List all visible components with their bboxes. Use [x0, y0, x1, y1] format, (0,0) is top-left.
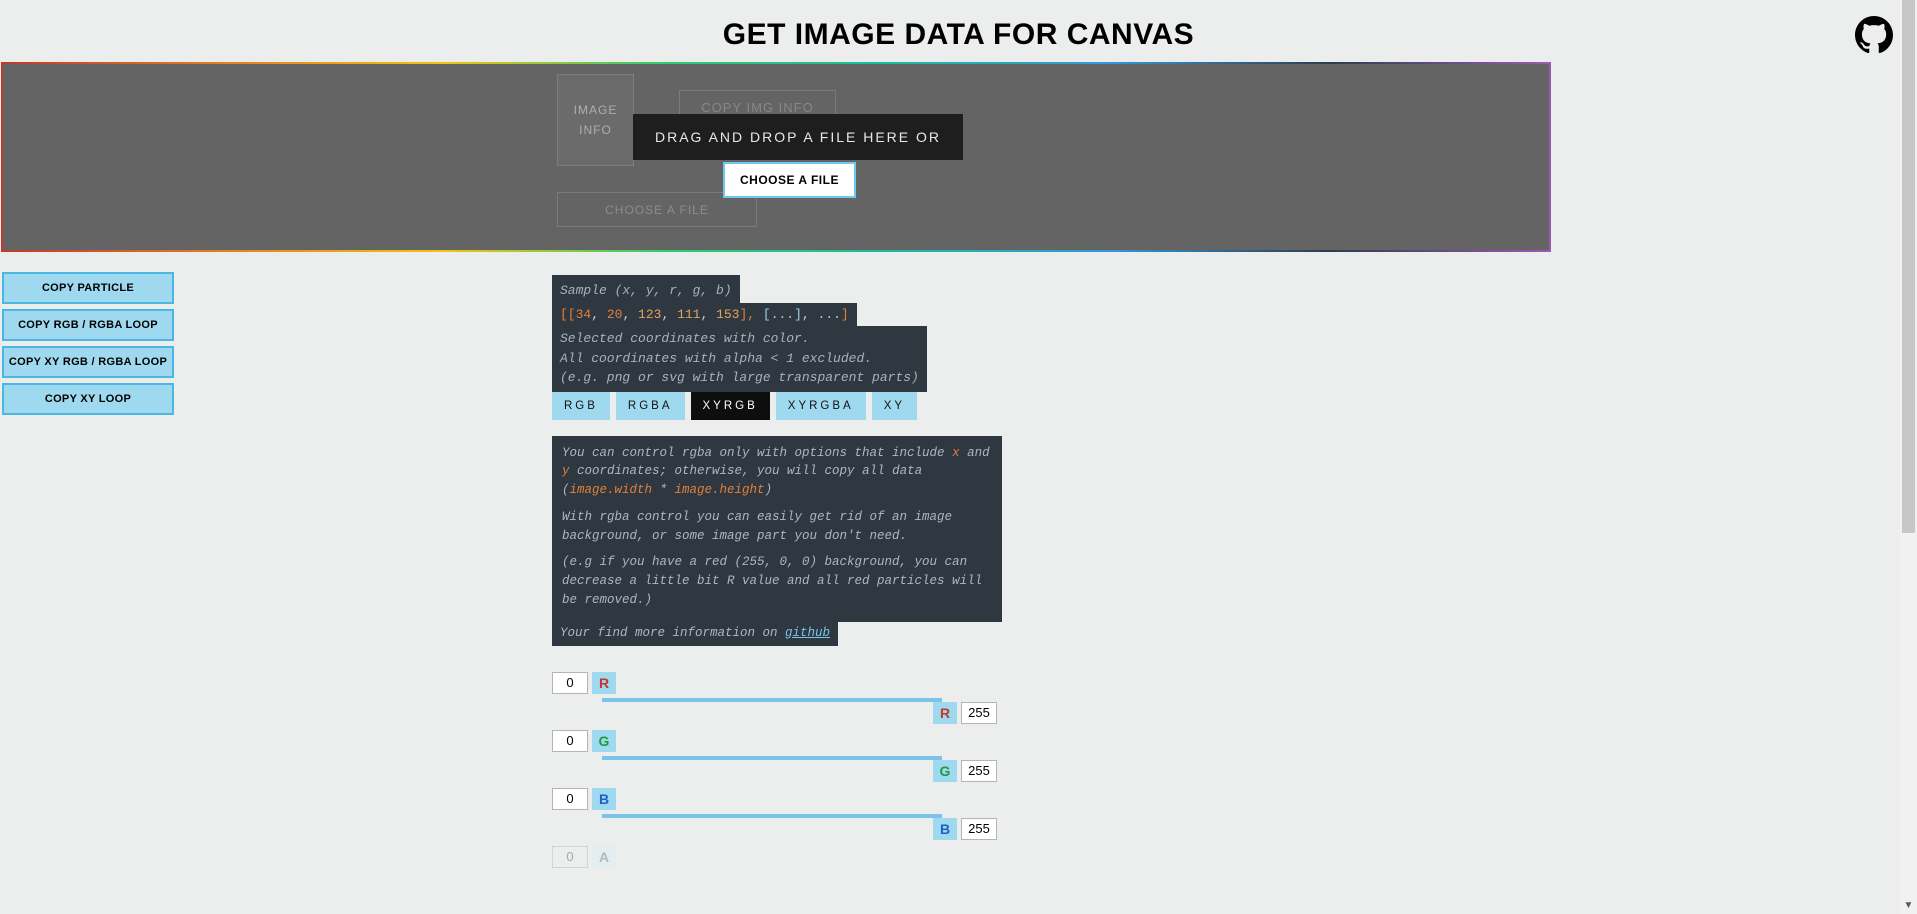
- g-min-input[interactable]: [552, 730, 588, 752]
- drop-text: DRAG AND DROP A FILE HERE OR: [633, 114, 963, 160]
- sample-array-box: [[34, 20, 123, 111, 153], [...], ...]: [552, 303, 857, 327]
- rgba-sliders: R R G G B B A: [552, 672, 997, 898]
- drop-zone[interactable]: IMAGE INFO COPY IMG INFO CHOOSE A FILE D…: [1, 62, 1551, 252]
- r-max-input[interactable]: [961, 702, 997, 724]
- g-track[interactable]: [602, 756, 942, 760]
- r-track[interactable]: [602, 698, 942, 702]
- tab-rgb[interactable]: RGB: [552, 392, 610, 420]
- ghost-image-info: IMAGE INFO: [557, 74, 634, 166]
- b-track[interactable]: [602, 814, 942, 818]
- sample-comment: Sample (x, y, r, g, b): [560, 281, 732, 301]
- github-info-link[interactable]: github: [785, 626, 830, 640]
- sample-notes-box: Selected coordinates with color. All coo…: [552, 326, 927, 392]
- tab-xy[interactable]: XY: [872, 392, 917, 420]
- r-min-label: R: [592, 672, 616, 694]
- format-tabs: RGB RGBA XYRGB XYRGBA XY: [552, 392, 1552, 420]
- b-min-input[interactable]: [552, 788, 588, 810]
- scroll-down-arrow[interactable]: ▼: [1900, 897, 1917, 914]
- slider-g: G G: [552, 730, 997, 782]
- page-title: GET IMAGE DATA FOR CANVAS: [0, 18, 1917, 52]
- copy-xy-rgb-rgba-loop-button[interactable]: COPY XY RGB / RGBA LOOP: [2, 346, 174, 378]
- scrollbar[interactable]: ▲ ▼: [1900, 0, 1917, 914]
- tab-xyrgba[interactable]: XYRGBA: [776, 392, 866, 420]
- slider-r: R R: [552, 672, 997, 724]
- github-icon: [1855, 16, 1893, 54]
- g-max-label: G: [933, 760, 957, 782]
- slider-a: A: [552, 846, 997, 898]
- tab-xyrgb[interactable]: XYRGB: [691, 392, 770, 420]
- b-min-label: B: [592, 788, 616, 810]
- a-min-label: A: [592, 846, 616, 868]
- copy-rgb-rgba-loop-button[interactable]: COPY RGB / RGBA LOOP: [2, 309, 174, 341]
- b-max-input[interactable]: [961, 818, 997, 840]
- info-box: You can control rgba only with options t…: [552, 436, 1002, 622]
- scrollbar-thumb[interactable]: [1902, 0, 1915, 533]
- g-min-label: G: [592, 730, 616, 752]
- copy-particle-button[interactable]: COPY PARTICLE: [2, 272, 174, 304]
- sample-code-box: Sample (x, y, r, g, b): [552, 275, 740, 303]
- b-max-label: B: [933, 818, 957, 840]
- r-max-label: R: [933, 702, 957, 724]
- sidebar: COPY PARTICLE COPY RGB / RGBA LOOP COPY …: [2, 272, 174, 415]
- choose-file-button[interactable]: CHOOSE A FILE: [723, 162, 856, 198]
- slider-b: B B: [552, 788, 997, 840]
- github-link[interactable]: [1855, 16, 1893, 54]
- copy-xy-loop-button[interactable]: COPY XY LOOP: [2, 383, 174, 415]
- a-min-input: [552, 846, 588, 868]
- tab-rgba[interactable]: RGBA: [616, 392, 685, 420]
- g-max-input[interactable]: [961, 760, 997, 782]
- r-min-input[interactable]: [552, 672, 588, 694]
- info-link-line: Your find more information on github: [552, 622, 838, 646]
